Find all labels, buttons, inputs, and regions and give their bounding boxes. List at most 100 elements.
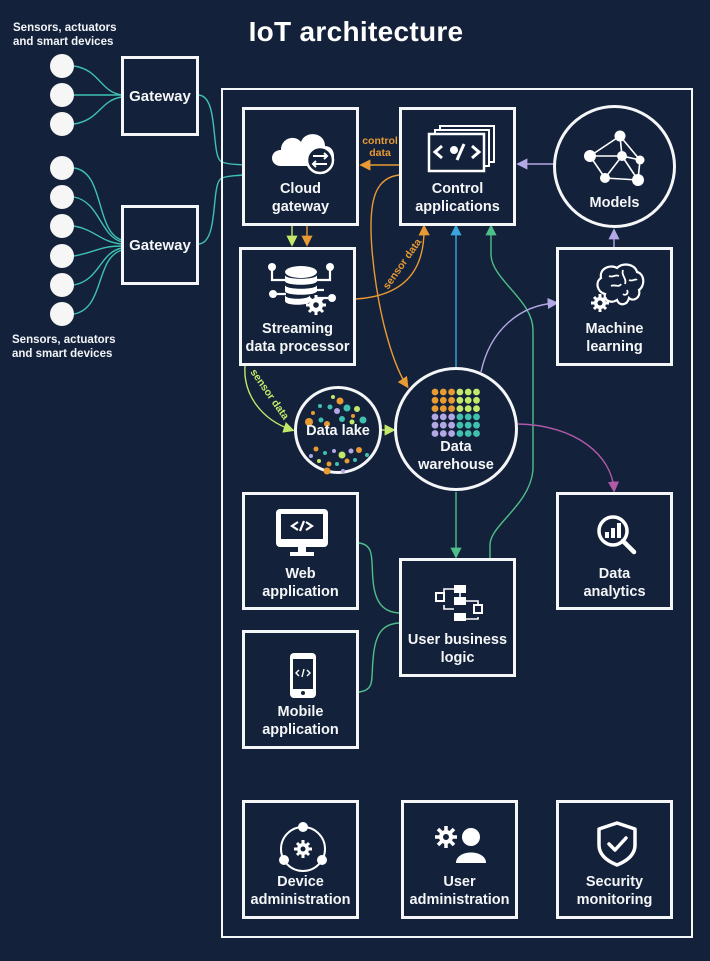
warehouse-dot: [439, 413, 447, 421]
warehouse-dot: [448, 405, 455, 412]
node-label: Cloud: [279, 181, 322, 197]
node-label: application: [262, 722, 339, 738]
device-admin-icon: [279, 822, 327, 872]
node-label: data processor: [245, 339, 350, 355]
user-business-logic-node[interactable]: User business logic: [399, 558, 516, 677]
warehouse-dot: [473, 430, 480, 437]
database-gear-icon: [268, 263, 336, 315]
machine-learning-node[interactable]: Machine learning: [556, 247, 673, 366]
code-windows-icon: [427, 125, 495, 173]
node-label: Machine: [585, 321, 644, 337]
warehouse-dot: [431, 430, 439, 437]
device-administration-node[interactable]: Device administration: [242, 800, 359, 919]
warehouse-dot: [431, 405, 439, 412]
data-lake-node[interactable]: Data lake: [294, 386, 382, 475]
warehouse-dot: [456, 413, 464, 421]
device-node[interactable]: [50, 214, 74, 238]
data-analytics-node[interactable]: Data analytics: [556, 492, 673, 610]
devices-bottom-caption: Sensors, actuators and smart devices: [12, 333, 116, 361]
warehouse-dot: [456, 430, 464, 437]
warehouse-dot: [431, 388, 439, 396]
web-application-node[interactable]: Web application: [242, 492, 359, 610]
node-label: User: [443, 874, 476, 890]
warehouse-dot: [448, 421, 455, 429]
device-node[interactable]: [50, 83, 74, 107]
warehouse-dot: [448, 430, 455, 437]
node-label: Data: [598, 566, 631, 582]
warehouse-dot: [464, 413, 472, 421]
node-label: administration: [250, 892, 351, 908]
warehouse-dot: [448, 388, 455, 396]
node-label: Security: [585, 874, 644, 890]
gateway-label: Gateway: [129, 237, 191, 254]
phone-code-icon: [290, 653, 316, 698]
monitor-code-icon: [276, 509, 328, 556]
device-node[interactable]: [50, 112, 74, 136]
edge-device-gateway-1: [73, 96, 123, 125]
node-label: Device: [277, 874, 324, 890]
node-label: learning: [586, 339, 643, 355]
warehouse-dot: [473, 421, 480, 429]
models-node[interactable]: Models: [553, 105, 676, 228]
warehouse-dot: [439, 388, 447, 396]
device-node[interactable]: [50, 244, 74, 268]
edge-device-gateway-2: [73, 167, 123, 241]
device-node[interactable]: [50, 185, 74, 209]
warehouse-dot: [439, 396, 447, 404]
user-gear-icon: [435, 826, 486, 863]
warehouse-dot: [456, 405, 464, 412]
streaming-data-processor-node[interactable]: Streaming data processor: [239, 247, 356, 366]
control-applications-node[interactable]: Control applications: [399, 107, 516, 226]
warehouse-dot: [473, 413, 480, 421]
edge-label-control-data: control data: [360, 135, 400, 159]
caption-line: and smart devices: [13, 36, 114, 48]
network-graph-icon: [584, 130, 645, 186]
node-label: applications: [415, 199, 500, 215]
warehouse-dot: [431, 421, 439, 429]
node-label: analytics: [583, 584, 646, 600]
node-label: Control: [431, 181, 484, 197]
node-label: Web: [285, 566, 316, 582]
node-label: application: [262, 584, 339, 600]
node-label: gateway: [271, 199, 330, 215]
gateway-2[interactable]: Gateway: [121, 205, 199, 285]
device-node[interactable]: [50, 54, 74, 78]
device-node[interactable]: [50, 156, 74, 180]
data-warehouse-node[interactable]: Data warehouse: [394, 367, 518, 491]
gateway-1[interactable]: Gateway: [121, 56, 199, 136]
cloud-gateway-node[interactable]: Cloud gateway: [242, 107, 359, 226]
warehouse-dot: [439, 421, 447, 429]
node-label: Streaming: [262, 321, 333, 337]
warehouse-dot: [473, 396, 480, 404]
mobile-application-node[interactable]: Mobile application: [242, 630, 359, 749]
device-node[interactable]: [50, 302, 74, 326]
edge-device-gateway-1: [73, 65, 123, 96]
edge-label-line: data: [369, 147, 391, 159]
warehouse-dot: [448, 413, 455, 421]
warehouse-dot: [456, 388, 464, 396]
warehouse-dot: [473, 388, 480, 396]
brain-gear-icon: [591, 263, 645, 312]
warehouse-dot: [464, 430, 472, 437]
node-label: Models: [589, 195, 640, 211]
security-monitoring-node[interactable]: Security monitoring: [556, 800, 673, 919]
warehouse-dot: [464, 405, 472, 412]
warehouse-dot: [448, 396, 455, 404]
shield-check-icon: [597, 821, 637, 867]
cloud-sync-icon: [272, 134, 335, 175]
edge-device-gateway-2: [73, 225, 123, 245]
node-label: User business: [407, 632, 508, 648]
warehouse-dot: [456, 396, 464, 404]
warehouse-dot: [464, 421, 472, 429]
user-administration-node[interactable]: User administration: [401, 800, 518, 919]
warehouse-dot: [473, 405, 480, 412]
node-label: monitoring: [576, 892, 653, 908]
warehouse-dot: [431, 413, 439, 421]
device-node[interactable]: [50, 273, 74, 297]
caption-line: and smart devices: [12, 348, 113, 360]
magnifier-chart-icon: [597, 515, 637, 555]
caption-line: Sensors, actuators: [12, 334, 116, 346]
warehouse-dot: [464, 396, 472, 404]
caption-line: Sensors, actuators: [13, 22, 117, 34]
edge-label-line: control: [362, 135, 398, 147]
